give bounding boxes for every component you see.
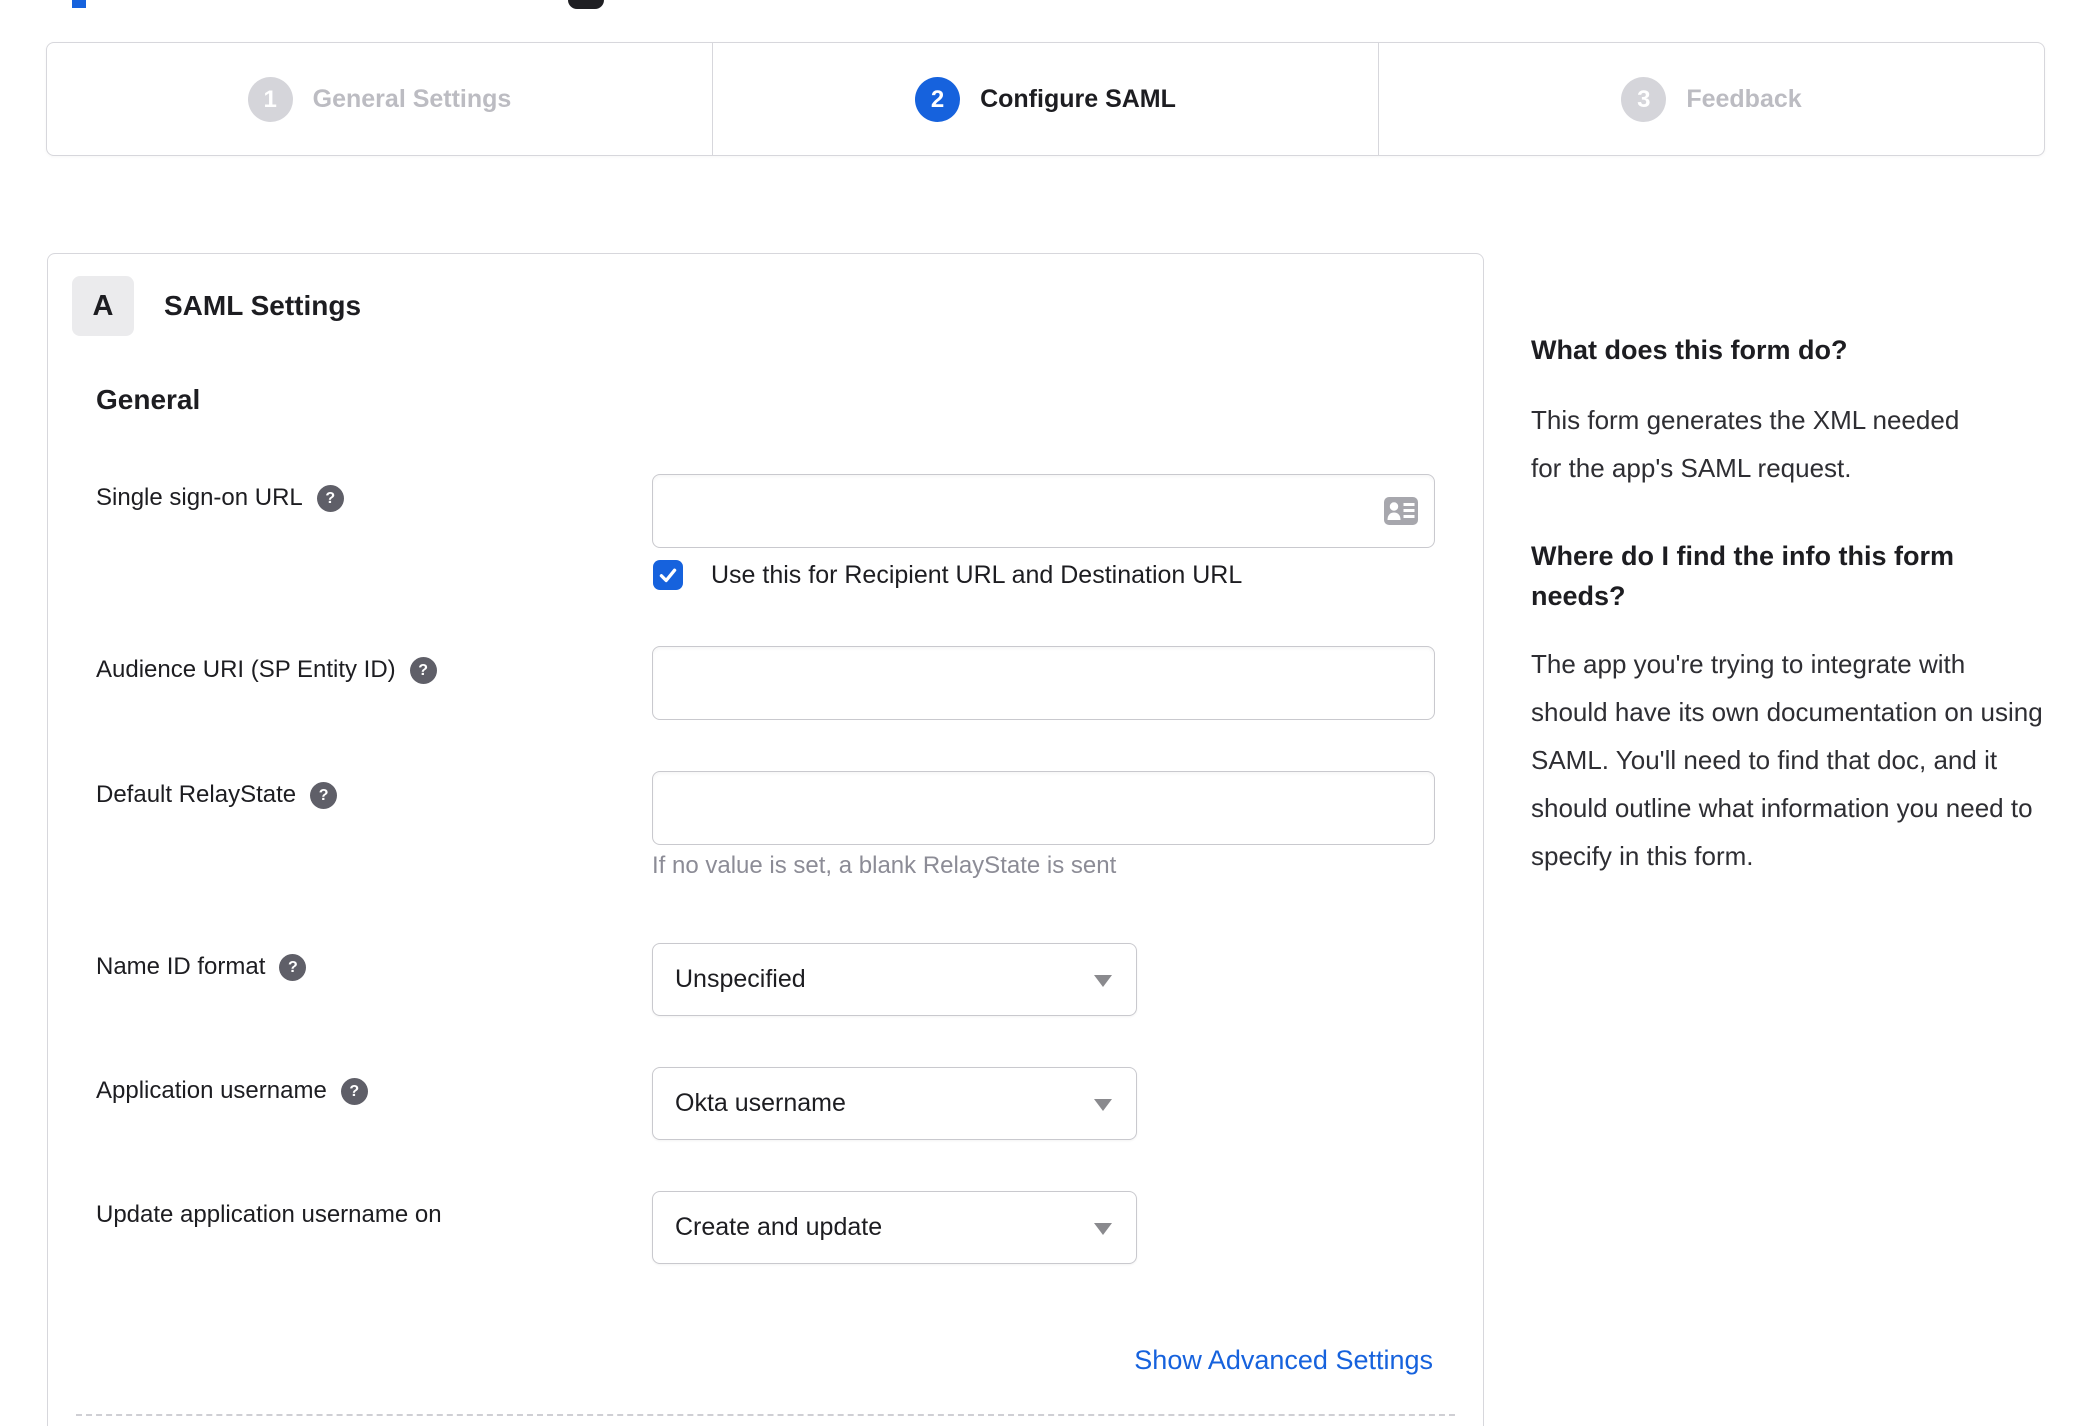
- recipient-url-checkbox-row: Use this for Recipient URL and Destinati…: [653, 560, 1242, 590]
- application-username-select[interactable]: Okta username: [652, 1067, 1137, 1140]
- chevron-down-icon: [1094, 1099, 1112, 1111]
- field-row-update-app-username: Update application username on Create an…: [96, 1191, 1482, 1264]
- default-relaystate-input[interactable]: [652, 771, 1435, 845]
- step-number-badge: 1: [247, 76, 293, 122]
- step-label: General Settings: [312, 84, 512, 113]
- step-label: Feedback: [1686, 84, 1802, 113]
- audience-uri-input-wrap: [652, 646, 1435, 720]
- saml-settings-panel: A SAML Settings General Single sign-on U…: [47, 253, 1484, 1426]
- field-label-group: Audience URI (SP Entity ID) ?: [96, 656, 437, 684]
- field-label-group: Application username ?: [96, 1077, 368, 1105]
- section-title: SAML Settings: [164, 290, 362, 321]
- help-icon[interactable]: ?: [316, 484, 344, 512]
- application-username-selected-value: Okta username: [675, 1089, 846, 1117]
- chevron-down-icon: [1094, 975, 1112, 987]
- name-id-format-select[interactable]: Unspecified: [652, 943, 1137, 1016]
- step-label: Configure SAML: [980, 84, 1176, 113]
- recipient-url-checkbox-label: Use this for Recipient URL and Destinati…: [711, 560, 1243, 589]
- chevron-down-icon: [1094, 1223, 1112, 1235]
- saml-config-screen: 1 General Settings 2 Configure SAML 3 Fe…: [0, 0, 2092, 1426]
- cropped-accent-fragment: [72, 0, 86, 8]
- general-group-title: General: [96, 384, 201, 415]
- name-id-format-label: Name ID format: [96, 953, 266, 980]
- sso-url-label: Single sign-on URL: [96, 484, 303, 511]
- step-configure-saml[interactable]: 2 Configure SAML: [712, 43, 1378, 155]
- sso-url-input[interactable]: [652, 474, 1435, 548]
- relaystate-hint-text: If no value is set, a blank RelayState i…: [652, 852, 1117, 879]
- application-username-label: Application username: [96, 1077, 327, 1104]
- audience-uri-input[interactable]: [652, 646, 1435, 720]
- update-app-username-select[interactable]: Create and update: [652, 1191, 1137, 1264]
- field-label-group: Update application username on: [96, 1201, 442, 1229]
- field-label-group: Name ID format ?: [96, 953, 307, 981]
- help-icon[interactable]: ?: [279, 953, 307, 981]
- sidebar-heading-where: Where do I find the info this form needs…: [1531, 541, 1954, 611]
- sidebar-heading-what: What does this form do?: [1531, 335, 1848, 365]
- step-general-settings[interactable]: 1 General Settings: [47, 43, 712, 155]
- default-relaystate-input-wrap: [652, 771, 1435, 845]
- help-icon[interactable]: ?: [310, 781, 338, 809]
- field-row-audience-uri: Audience URI (SP Entity ID) ?: [96, 646, 1482, 720]
- help-icon[interactable]: ?: [409, 656, 437, 684]
- step-number-badge: 3: [1621, 76, 1667, 122]
- section-dashed-divider: [76, 1414, 1455, 1416]
- wizard-stepper: 1 General Settings 2 Configure SAML 3 Fe…: [46, 42, 2045, 156]
- help-icon[interactable]: ?: [340, 1077, 368, 1105]
- cropped-logo-fragment: [568, 0, 604, 9]
- audience-uri-label: Audience URI (SP Entity ID): [96, 656, 396, 683]
- update-app-username-label: Update application username on: [96, 1201, 442, 1228]
- show-advanced-settings-link[interactable]: Show Advanced Settings: [1134, 1345, 1433, 1376]
- default-relaystate-label: Default RelayState: [96, 781, 297, 808]
- field-row-name-id-format: Name ID format ? Unspecified: [96, 943, 1482, 1016]
- checkmark-icon: [659, 568, 677, 583]
- recipient-url-checkbox[interactable]: [653, 560, 683, 590]
- sidebar-paragraph-where: The app you're trying to integrate with …: [1531, 649, 2043, 871]
- field-row-sso-url: Single sign-on URL ?: [96, 474, 1482, 548]
- section-a-badge: A: [72, 276, 134, 336]
- field-label-group: Default RelayState ?: [96, 781, 338, 809]
- update-app-username-selected-value: Create and update: [675, 1213, 883, 1241]
- name-id-format-selected-value: Unspecified: [675, 965, 806, 993]
- field-label-group: Single sign-on URL ?: [96, 484, 344, 512]
- step-number-badge: 2: [915, 76, 961, 122]
- sidebar-paragraph-what: This form generates the XML needed for t…: [1531, 405, 1960, 483]
- sso-url-input-wrap: [652, 474, 1435, 548]
- field-row-default-relaystate: Default RelayState ?: [96, 771, 1482, 845]
- contact-card-icon: [1384, 497, 1418, 525]
- field-row-application-username: Application username ? Okta username: [96, 1067, 1482, 1140]
- help-sidebar: What does this form do? This form genera…: [1531, 330, 2043, 880]
- step-feedback[interactable]: 3 Feedback: [1378, 43, 2044, 155]
